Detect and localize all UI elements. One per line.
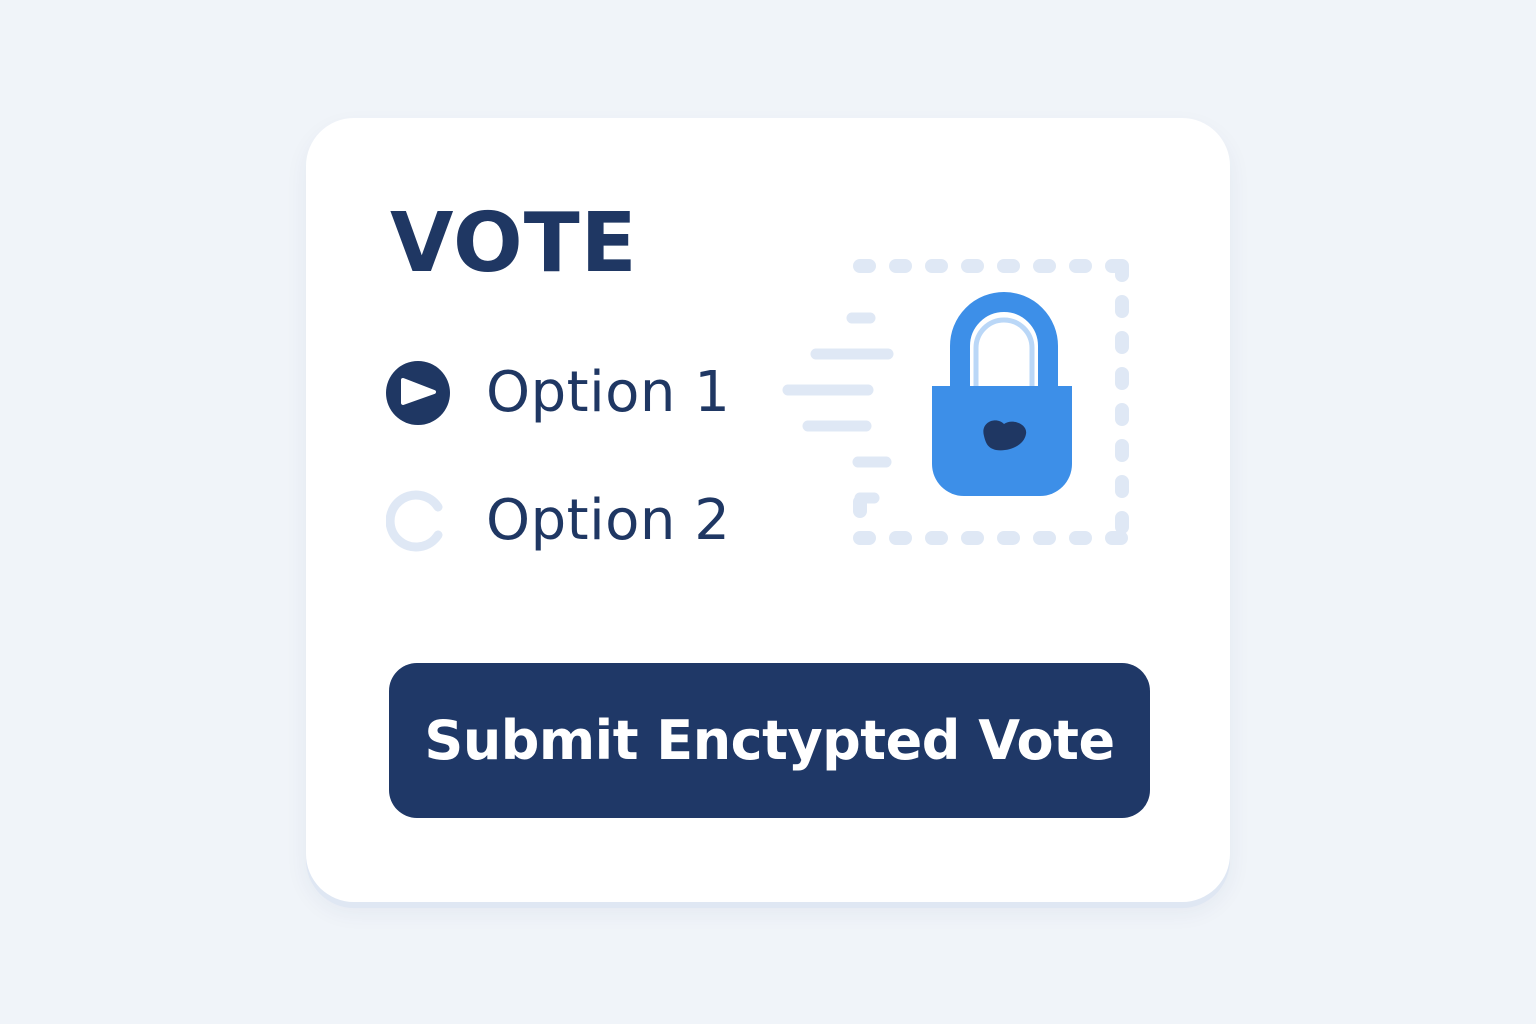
motion-lines bbox=[782, 312, 894, 504]
vote-option-2[interactable]: Option 2 bbox=[386, 489, 730, 553]
ballot-title: VOTE bbox=[390, 196, 638, 291]
option-2-label: Option 2 bbox=[486, 488, 731, 553]
option-1-label: Option 1 bbox=[486, 360, 731, 425]
padlock-icon bbox=[932, 292, 1072, 496]
unselected-radio-icon[interactable] bbox=[386, 489, 450, 553]
vote-card: VOTE Option 1 Option 2 Submit Enctypted … bbox=[306, 118, 1230, 902]
submit-encrypted-vote-button[interactable]: Submit Enctypted Vote bbox=[389, 663, 1150, 818]
encryption-illustration bbox=[774, 256, 1134, 548]
vote-option-1[interactable]: Option 1 bbox=[386, 361, 730, 425]
selected-radio-icon[interactable] bbox=[386, 361, 450, 425]
